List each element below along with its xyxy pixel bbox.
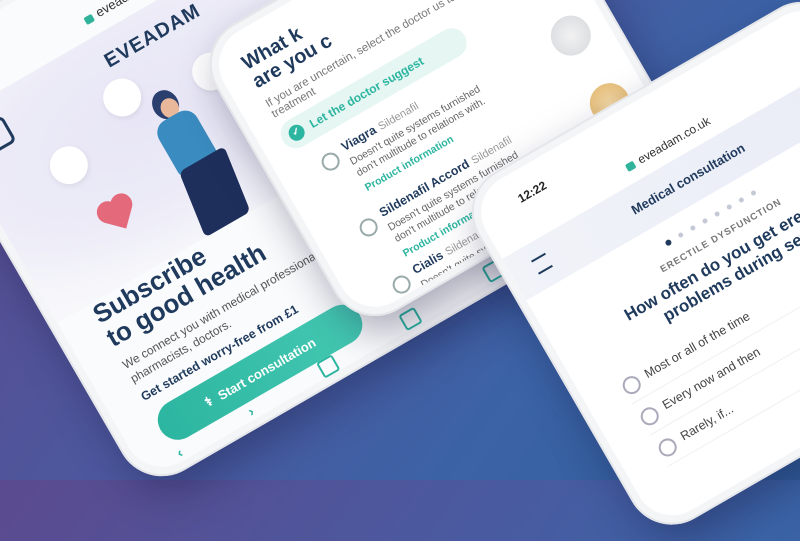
radio-button[interactable] <box>619 372 645 398</box>
radio-button[interactable] <box>655 435 681 460</box>
progress-dot <box>689 224 697 232</box>
forward-icon[interactable]: › <box>245 403 257 419</box>
progress-dot <box>701 217 709 225</box>
radio-button[interactable] <box>637 403 663 429</box>
progress-dot-active <box>664 238 673 247</box>
progress-dot <box>677 231 685 239</box>
radio-button[interactable] <box>356 215 381 240</box>
status-time: 12:22 <box>515 178 549 206</box>
progress-dot <box>737 196 745 204</box>
lock-icon <box>624 160 637 172</box>
progress-dot <box>725 203 733 211</box>
lock-icon <box>83 13 95 25</box>
stethoscope-icon: ⚕ <box>201 393 216 410</box>
progress-dot <box>750 189 757 197</box>
radio-button[interactable] <box>389 272 414 297</box>
radio-button[interactable] <box>318 149 343 174</box>
check-icon: ✓ <box>285 121 308 144</box>
progress-dot <box>713 210 721 218</box>
bookmark-icon[interactable] <box>398 306 424 332</box>
back-icon[interactable]: ‹ <box>173 444 185 460</box>
